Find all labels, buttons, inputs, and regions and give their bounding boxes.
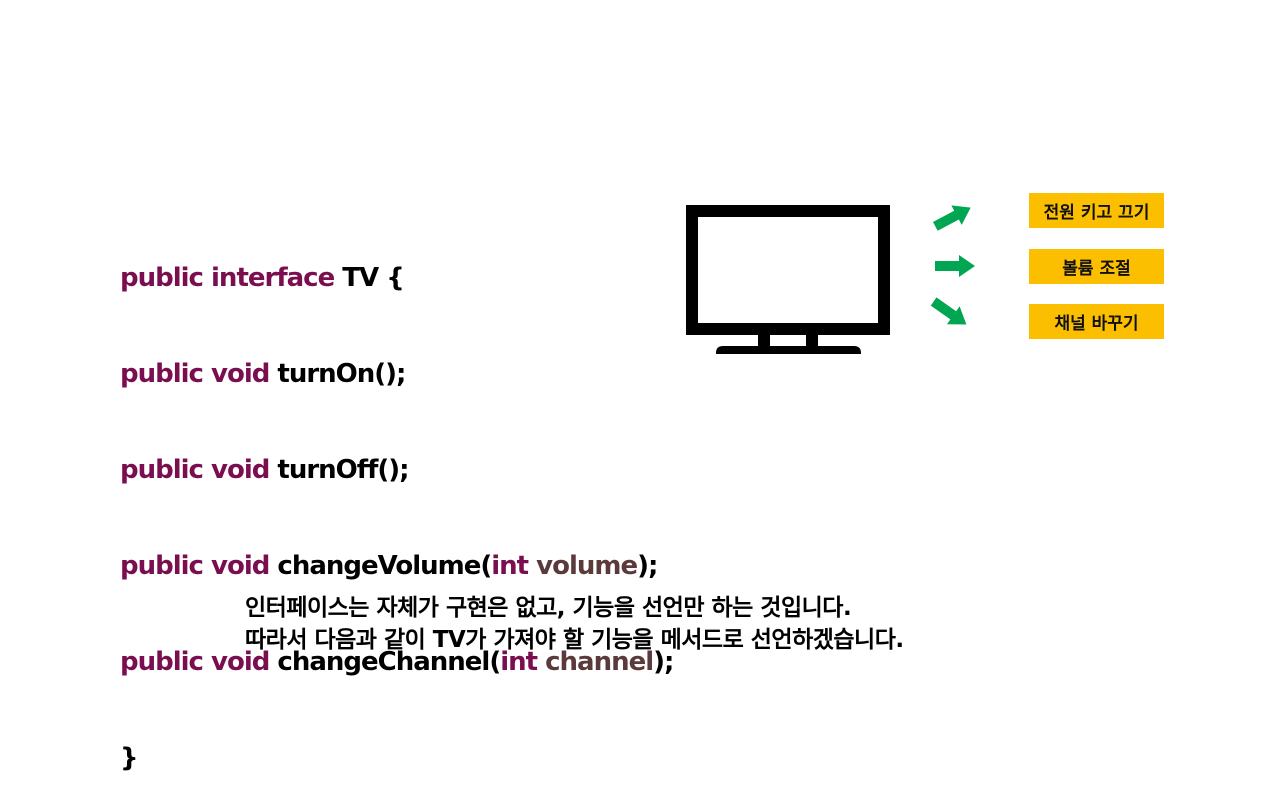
- code-line-turn-on: public void turnOn();: [120, 358, 673, 390]
- code-type: int: [491, 551, 529, 581]
- arrow-right-icon: [935, 255, 975, 277]
- arrow-up-right-icon: [932, 205, 971, 231]
- code-keyword: public interface: [120, 263, 335, 293]
- caption-line-2: 따라서 다음과 같이 TV가 가져야 할 기능을 메서드로 선언하겠습니다.: [245, 627, 904, 653]
- code-keyword: public void: [120, 551, 270, 581]
- code-line-change-volume: public void changeVolume(int volume);: [120, 550, 673, 582]
- code-line-turn-off: public void turnOff();: [120, 454, 673, 486]
- label-power: 전원 키고 끄기: [1029, 193, 1164, 228]
- code-text: TV {: [334, 263, 404, 293]
- code-param: volume: [528, 551, 638, 581]
- arrow-down-right-icon: [930, 297, 967, 325]
- caption-line-1: 인터페이스는 자체가 구현은 없고, 기능을 선언만 하는 것입니다.: [245, 595, 852, 621]
- caption: 인터페이스는 자체가 구현은 없고, 기능을 선언만 하는 것입니다. 따라서 …: [245, 592, 904, 656]
- code-text: }: [120, 743, 138, 773]
- code-keyword: public void: [120, 359, 270, 389]
- code-line-interface: public interface TV {: [120, 262, 673, 294]
- tv-icon: [686, 205, 890, 354]
- code-text: changeVolume(: [269, 551, 492, 581]
- tv-stand-base: [716, 346, 861, 354]
- label-channel: 채널 바꾸기: [1029, 304, 1164, 339]
- code-block: public interface TV { public void turnOn…: [120, 198, 674, 806]
- code-text: turnOn();: [269, 359, 406, 389]
- code-keyword: public void: [120, 455, 270, 485]
- code-text: );: [637, 551, 658, 581]
- label-volume: 볼륨 조절: [1029, 249, 1164, 284]
- code-line-close: }: [120, 742, 673, 774]
- tv-screen: [686, 205, 890, 335]
- code-text: turnOff();: [269, 455, 409, 485]
